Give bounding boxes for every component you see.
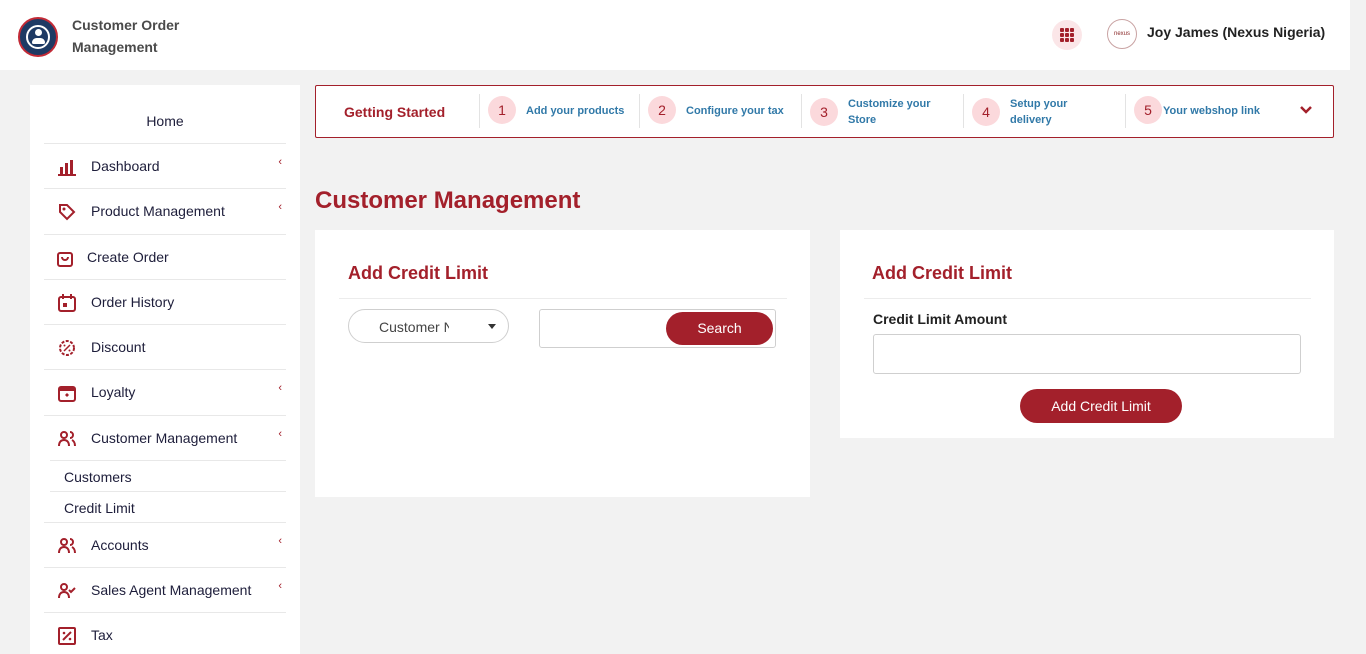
step-number: 3 [810, 98, 838, 126]
logo-user-head [35, 29, 42, 36]
step-number: 5 [1134, 96, 1162, 124]
chevron-left-icon: ‹ [278, 382, 282, 394]
step-number: 4 [972, 98, 1000, 126]
customer-select-value: Customer Name [379, 319, 449, 335]
apps-grid-icon[interactable] [1052, 20, 1082, 50]
credit-limit-amount-label: Credit Limit Amount [873, 311, 1008, 327]
step-configure-tax[interactable]: 2 Configure your tax [639, 94, 801, 128]
step-webshop-link[interactable]: 5 Your webshop link [1125, 94, 1287, 128]
credit-limit-search-card: Add Credit Limit Customer Name Search [315, 230, 810, 497]
gift-box-icon [58, 386, 76, 402]
badge-percent-icon [59, 340, 75, 356]
sidebar-item-label: Customer Management [91, 430, 238, 446]
search-input[interactable]: Search [539, 309, 776, 348]
calendar-icon [58, 294, 76, 312]
sidebar-item-label: Product Management [91, 203, 225, 219]
caret-down-icon [488, 324, 496, 329]
sidebar-item-label: Accounts [91, 537, 149, 553]
sidebar-item-label: Dashboard [91, 158, 160, 174]
chevron-left-icon: ‹ [278, 535, 282, 547]
top-header: Customer Order Management nexus Joy Jame… [0, 0, 1350, 70]
customer-select[interactable]: Customer Name [348, 309, 509, 343]
sidebar-item-label: Discount [91, 339, 146, 355]
step-number: 2 [648, 96, 676, 124]
avatar[interactable]: nexus [1107, 19, 1137, 49]
page-title: Customer Management [315, 187, 581, 214]
step-label: Setup your delivery [1010, 98, 1068, 126]
search-button[interactable]: Search [666, 312, 773, 345]
chevron-down-icon[interactable] [1298, 101, 1314, 117]
step-customize-store[interactable]: 3 Customize your Store [801, 94, 963, 128]
app-logo[interactable] [18, 17, 58, 57]
user-name[interactable]: Joy James (Nexus Nigeria) [1147, 24, 1325, 40]
sidebar-item-sales-agent-management[interactable]: Sales Agent Management ‹ [44, 567, 286, 612]
logo-user-body [32, 38, 45, 44]
shopping-bag-icon [57, 252, 73, 267]
sidebar-item-discount[interactable]: Discount [44, 324, 286, 369]
user-check-icon [58, 583, 76, 599]
add-credit-limit-card: Add Credit Limit Credit Limit Amount Add… [840, 230, 1334, 438]
users-icon [58, 431, 76, 447]
sidebar-item-label: Order History [91, 294, 175, 310]
chevron-left-icon: ‹ [278, 201, 282, 213]
chevron-left-icon: ‹ [278, 156, 282, 168]
step-label: Your webshop link [1163, 105, 1260, 117]
credit-limit-amount-field[interactable] [873, 334, 1301, 374]
card-title: Add Credit Limit [872, 263, 1012, 283]
sidebar-subitem-label: Credit Limit [64, 500, 135, 516]
card-divider [864, 298, 1311, 299]
sidebar-subitem-label: Customers [64, 469, 132, 485]
sidebar-item-accounts[interactable]: Accounts ‹ [44, 522, 286, 567]
step-setup-delivery[interactable]: 4 Setup your delivery [963, 94, 1125, 128]
sidebar-subitem-customers[interactable]: Customers [50, 460, 286, 491]
sidebar-item-label: Sales Agent Management [91, 582, 252, 598]
step-label: Customize your Store [848, 98, 931, 126]
app-title: Customer Order Management [72, 17, 180, 55]
sidebar-item-order-history[interactable]: Order History [44, 279, 286, 324]
tag-icon [59, 204, 76, 221]
sidebar-item-dashboard[interactable]: Dashboard ‹ [44, 143, 286, 188]
chevron-left-icon: ‹ [278, 580, 282, 592]
card-divider [339, 298, 787, 299]
chevron-left-icon: ‹ [278, 428, 282, 440]
sidebar-item-customer-management[interactable]: Customer Management ‹ [44, 415, 286, 460]
step-add-products[interactable]: 1 Add your products [479, 94, 641, 128]
bar-chart-icon [58, 160, 76, 176]
sidebar-item-label: Tax [91, 627, 113, 643]
step-label: Add your products [526, 105, 625, 117]
add-credit-limit-button[interactable]: Add Credit Limit [1020, 389, 1182, 423]
sidebar-item-product-management[interactable]: Product Management ‹ [44, 188, 286, 233]
card-title: Add Credit Limit [348, 263, 488, 283]
sidebar: Home Dashboard ‹ Product Management ‹ Cr… [30, 85, 300, 654]
step-number: 1 [488, 96, 516, 124]
sidebar-subitem-credit-limit[interactable]: Credit Limit [50, 491, 286, 522]
sidebar-item-home[interactable]: Home [30, 113, 300, 129]
step-label: Configure your tax [686, 105, 784, 117]
getting-started-title: Getting Started [344, 104, 446, 120]
getting-started-bar: Getting Started 1 Add your products 2 Co… [315, 85, 1334, 138]
sidebar-item-tax[interactable]: Tax [44, 612, 286, 654]
percent-square-icon [58, 627, 76, 645]
sidebar-item-loyalty[interactable]: Loyalty ‹ [44, 369, 286, 414]
sidebar-item-label: Loyalty [91, 384, 136, 400]
sidebar-item-create-order[interactable]: Create Order [44, 234, 286, 279]
users-icon [58, 538, 76, 554]
sidebar-item-label: Create Order [87, 249, 169, 265]
